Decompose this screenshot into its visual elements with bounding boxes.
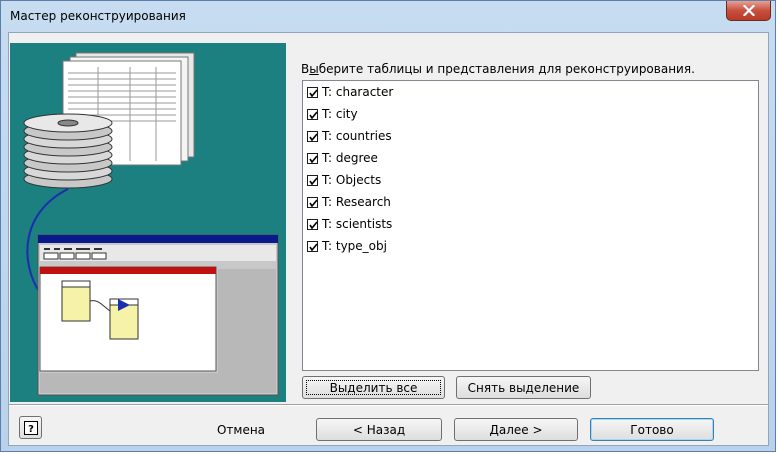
finish-button[interactable]: Готово bbox=[590, 418, 714, 441]
checkmark-icon bbox=[309, 110, 318, 119]
database-disks-icon bbox=[23, 113, 113, 189]
help-icon: ? bbox=[23, 420, 38, 435]
table-checkbox[interactable] bbox=[307, 108, 318, 120]
checkmark-icon bbox=[309, 154, 318, 163]
checkmark-icon bbox=[309, 132, 318, 141]
tables-listbox[interactable]: T: character T: city T: countries T: deg… bbox=[302, 80, 759, 371]
title-bar[interactable]: Мастер реконструирования bbox=[1, 1, 775, 32]
checkmark-icon bbox=[309, 220, 318, 229]
footer-separator bbox=[9, 404, 768, 406]
table-checkbox[interactable] bbox=[307, 174, 318, 186]
table-checkbox[interactable] bbox=[307, 240, 318, 252]
table-checkbox[interactable] bbox=[307, 86, 318, 98]
checkmark-icon bbox=[309, 88, 318, 97]
selection-prompt: Выберите таблицы и представления для рек… bbox=[301, 62, 695, 76]
close-button[interactable] bbox=[726, 1, 771, 21]
checkmark-icon bbox=[309, 242, 318, 251]
window-title: Мастер реконструирования bbox=[10, 9, 186, 23]
back-button[interactable]: < Назад bbox=[316, 418, 442, 441]
wizard-illustration bbox=[10, 43, 286, 402]
table-checkbox[interactable] bbox=[307, 196, 318, 208]
cancel-button[interactable]: Отмена bbox=[179, 418, 303, 441]
wizard-window: Мастер реконструирования Выберите таблиц… bbox=[0, 0, 776, 452]
list-item-type-obj[interactable]: T: type_obj bbox=[307, 237, 387, 255]
list-item-degree[interactable]: T: degree bbox=[307, 149, 378, 167]
list-item-city[interactable]: T: city bbox=[307, 105, 358, 123]
table-checkbox[interactable] bbox=[307, 130, 318, 142]
list-item-research[interactable]: T: Research bbox=[307, 193, 391, 211]
deselect-all-button[interactable]: Снять выделение bbox=[456, 376, 591, 399]
checkmark-icon bbox=[309, 176, 318, 185]
database-upsizing-illustration bbox=[23, 52, 279, 396]
list-item-scientists[interactable]: T: scientists bbox=[307, 215, 392, 233]
checkmark-icon bbox=[309, 198, 318, 207]
dialog-client: Выберите таблицы и представления для рек… bbox=[8, 32, 769, 446]
list-item-character[interactable]: T: character bbox=[307, 83, 393, 101]
table-checkbox[interactable] bbox=[307, 218, 318, 230]
next-button[interactable]: Далее > bbox=[454, 418, 578, 441]
application-window-icon bbox=[37, 234, 279, 396]
select-all-button[interactable]: Выделить все bbox=[302, 376, 445, 399]
help-button[interactable]: ? bbox=[19, 416, 42, 439]
list-item-objects[interactable]: T: Objects bbox=[307, 171, 381, 189]
list-item-countries[interactable]: T: countries bbox=[307, 127, 392, 145]
close-icon bbox=[742, 5, 755, 16]
svg-text:?: ? bbox=[28, 424, 34, 435]
table-checkbox[interactable] bbox=[307, 152, 318, 164]
